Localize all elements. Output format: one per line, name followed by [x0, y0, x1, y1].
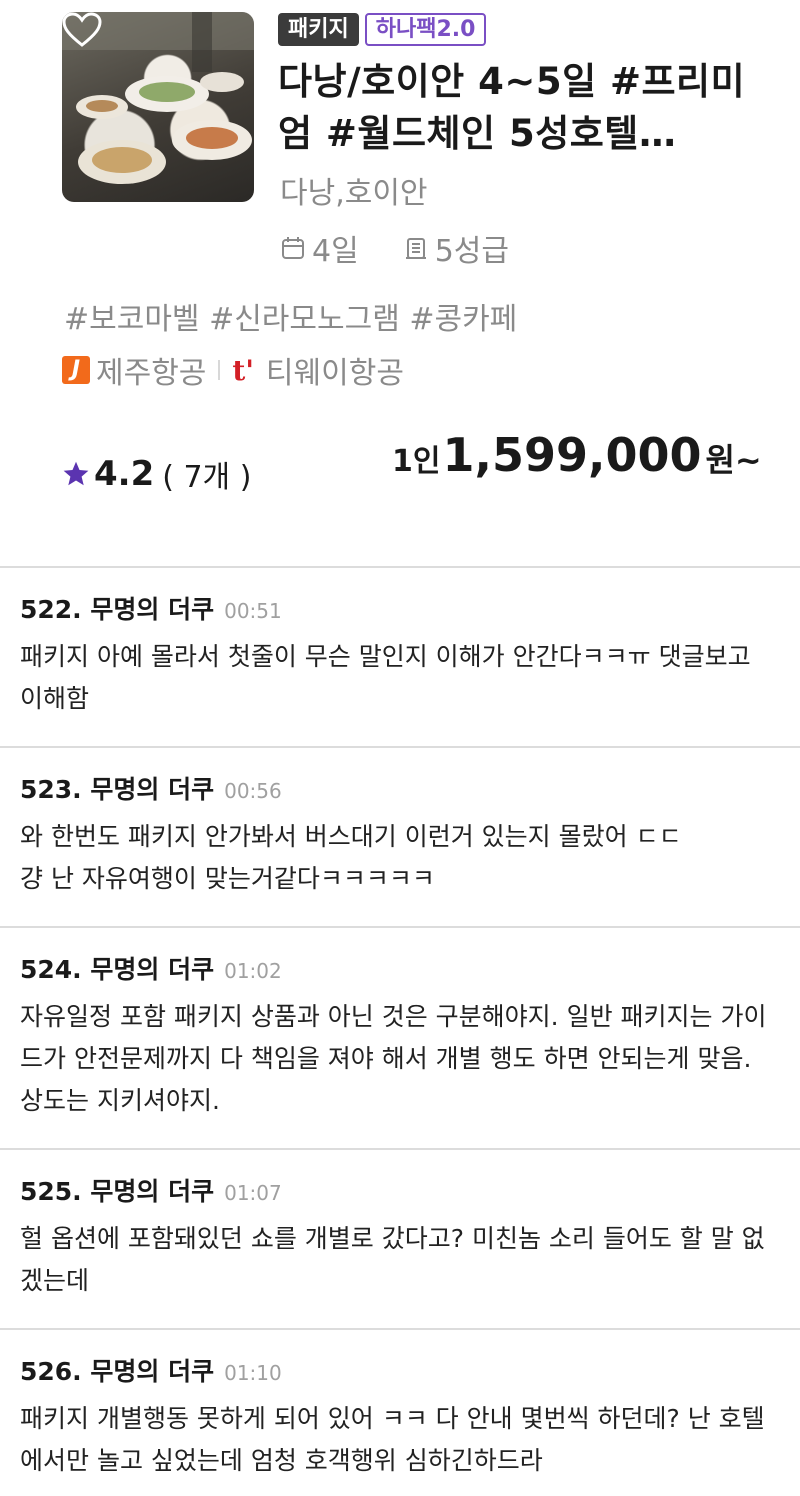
comment-time: 01:07	[224, 1181, 282, 1205]
comment-time: 01:10	[224, 1361, 282, 1385]
hotel-grade-label: 5성급	[434, 234, 509, 269]
star-icon	[63, 461, 89, 486]
rating-value: 4.2	[94, 454, 155, 494]
comment-author: 522. 무명의 더쿠	[20, 595, 215, 624]
heart-icon[interactable]	[62, 12, 102, 48]
airline-list: J 제주항공 t' 티웨이항공	[62, 348, 404, 392]
price-amount: 1,599,000	[442, 428, 702, 482]
package-badge: 패키지	[278, 13, 359, 46]
product-title[interactable]: 다낭/호이안 4~5일 #프리미엄 #월드체인 5성호텔…	[278, 56, 748, 160]
comment-text: 패키지 아예 몰라서 첫줄이 무슨 말인지 이해가 안간다ㅋㅋㅠ 댓글보고 이해…	[20, 642, 751, 713]
product-card[interactable]: 패키지 하나팩2.0 다낭/호이안 4~5일 #프리미엄 #월드체인 5성호텔……	[0, 0, 800, 566]
comment-author: 523. 무명의 더쿠	[20, 775, 215, 804]
rating[interactable]: 4.2 ( 7개 )	[62, 452, 251, 496]
comment-author: 525. 무명의 더쿠	[20, 1177, 215, 1206]
comment-item[interactable]: 526. 무명의 더쿠 01:10 패키지 개별행동 못하게 되어 있어 ㅋㅋ …	[0, 1330, 800, 1496]
comment-item[interactable]: 522. 무명의 더쿠 00:51 패키지 아예 몰라서 첫줄이 무슨 말인지 …	[0, 568, 800, 748]
hanapack-badge: 하나팩2.0	[364, 13, 487, 46]
airline-name: 티웨이항공	[265, 356, 404, 391]
comment-author: 524. 무명의 더쿠	[20, 955, 215, 984]
jeju-air-logo-icon: J	[62, 356, 90, 384]
comment-text: 자유일정 포함 패키지 상품과 아닌 것은 구분해야지. 일반 패키지는 가이드…	[20, 1002, 767, 1115]
product-thumbnail[interactable]	[62, 12, 254, 202]
price-per-person-label: 1인	[392, 444, 441, 479]
comment-item[interactable]: 524. 무명의 더쿠 01:02 자유일정 포함 패키지 상품과 아닌 것은 …	[0, 928, 800, 1150]
hotel-icon	[405, 238, 426, 259]
comment-author: 526. 무명의 더쿠	[20, 1357, 215, 1386]
product-tags: #보코마벨 #신라모노그램 #콩카페	[64, 302, 518, 337]
airline-name: 제주항공	[96, 356, 207, 391]
comment-time: 01:02	[224, 959, 282, 983]
product-region: 다낭,호이안	[280, 176, 428, 211]
comment-item[interactable]: 525. 무명의 더쿠 01:07 헐 옵션에 포함돼있던 쇼를 개별로 갔다고…	[0, 1150, 800, 1330]
comment-text: 와 한번도 패키지 안가봐서 버스대기 이런거 있는지 몰랐어 ㄷㄷ 걍 난 자…	[20, 822, 682, 893]
comment-item[interactable]: 523. 무명의 더쿠 00:56 와 한번도 패키지 안가봐서 버스대기 이런…	[0, 748, 800, 928]
badge-group: 패키지 하나팩2.0	[278, 13, 487, 46]
tway-air-logo-icon: t'	[232, 353, 254, 387]
comment-list: 522. 무명의 더쿠 00:51 패키지 아예 몰라서 첫줄이 무슨 말인지 …	[0, 566, 800, 1496]
comment-time: 00:51	[224, 599, 282, 623]
price: 1인 1,599,000 원~	[392, 428, 762, 482]
comment-text: 패키지 개별행동 못하게 되어 있어 ㅋㅋ 다 안내 몇번씩 하던데? 난 호텔…	[20, 1404, 765, 1475]
price-currency: 원~	[705, 441, 762, 479]
comment-time: 00:56	[224, 779, 282, 803]
airline-divider	[218, 360, 221, 380]
product-meta: 4일 5성급	[280, 226, 509, 270]
comment-text: 헐 옵션에 포함돼있던 쇼를 개별로 갔다고? 미친놈 소리 들어도 할 말 없…	[20, 1224, 765, 1295]
calendar-icon	[282, 237, 304, 259]
review-count: ( 7개 )	[162, 460, 252, 495]
duration-label: 4일	[312, 234, 359, 269]
